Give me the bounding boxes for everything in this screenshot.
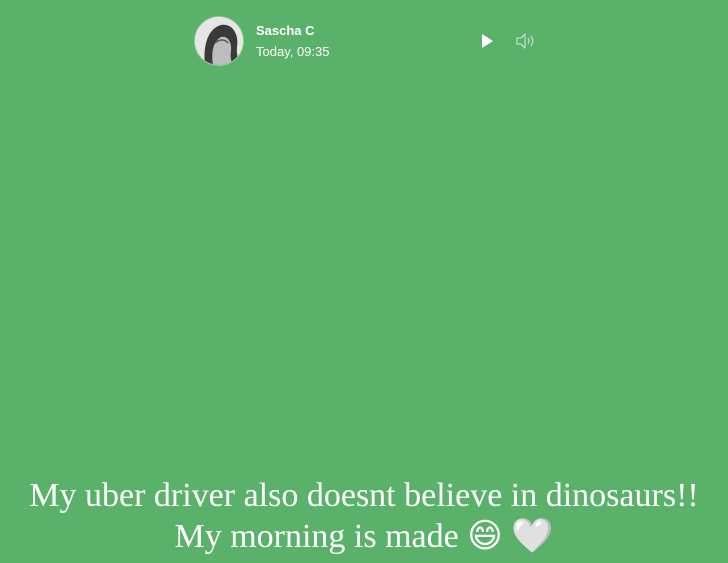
caption-line-2-text: My morning is made	[174, 518, 459, 555]
caption-line-2: My morning is made 😄 🤍	[0, 516, 728, 557]
play-icon	[482, 34, 493, 48]
avatar[interactable]	[195, 17, 243, 65]
author-name: Sascha C	[256, 23, 315, 38]
play-button[interactable]	[478, 32, 496, 50]
volume-button[interactable]	[515, 32, 537, 50]
caption-line-1: My uber driver also doesnt believe in di…	[29, 477, 699, 514]
white-heart-icon: 🤍	[511, 516, 554, 556]
volume-icon	[516, 33, 534, 49]
timestamp: Today, 09:35	[256, 44, 330, 59]
story-header: Sascha C Today, 09:35	[195, 16, 540, 66]
story-caption: My uber driver also doesnt believe in di…	[0, 476, 728, 557]
grinning-face-icon: 😄	[467, 516, 503, 556]
avatar-image	[195, 17, 243, 65]
